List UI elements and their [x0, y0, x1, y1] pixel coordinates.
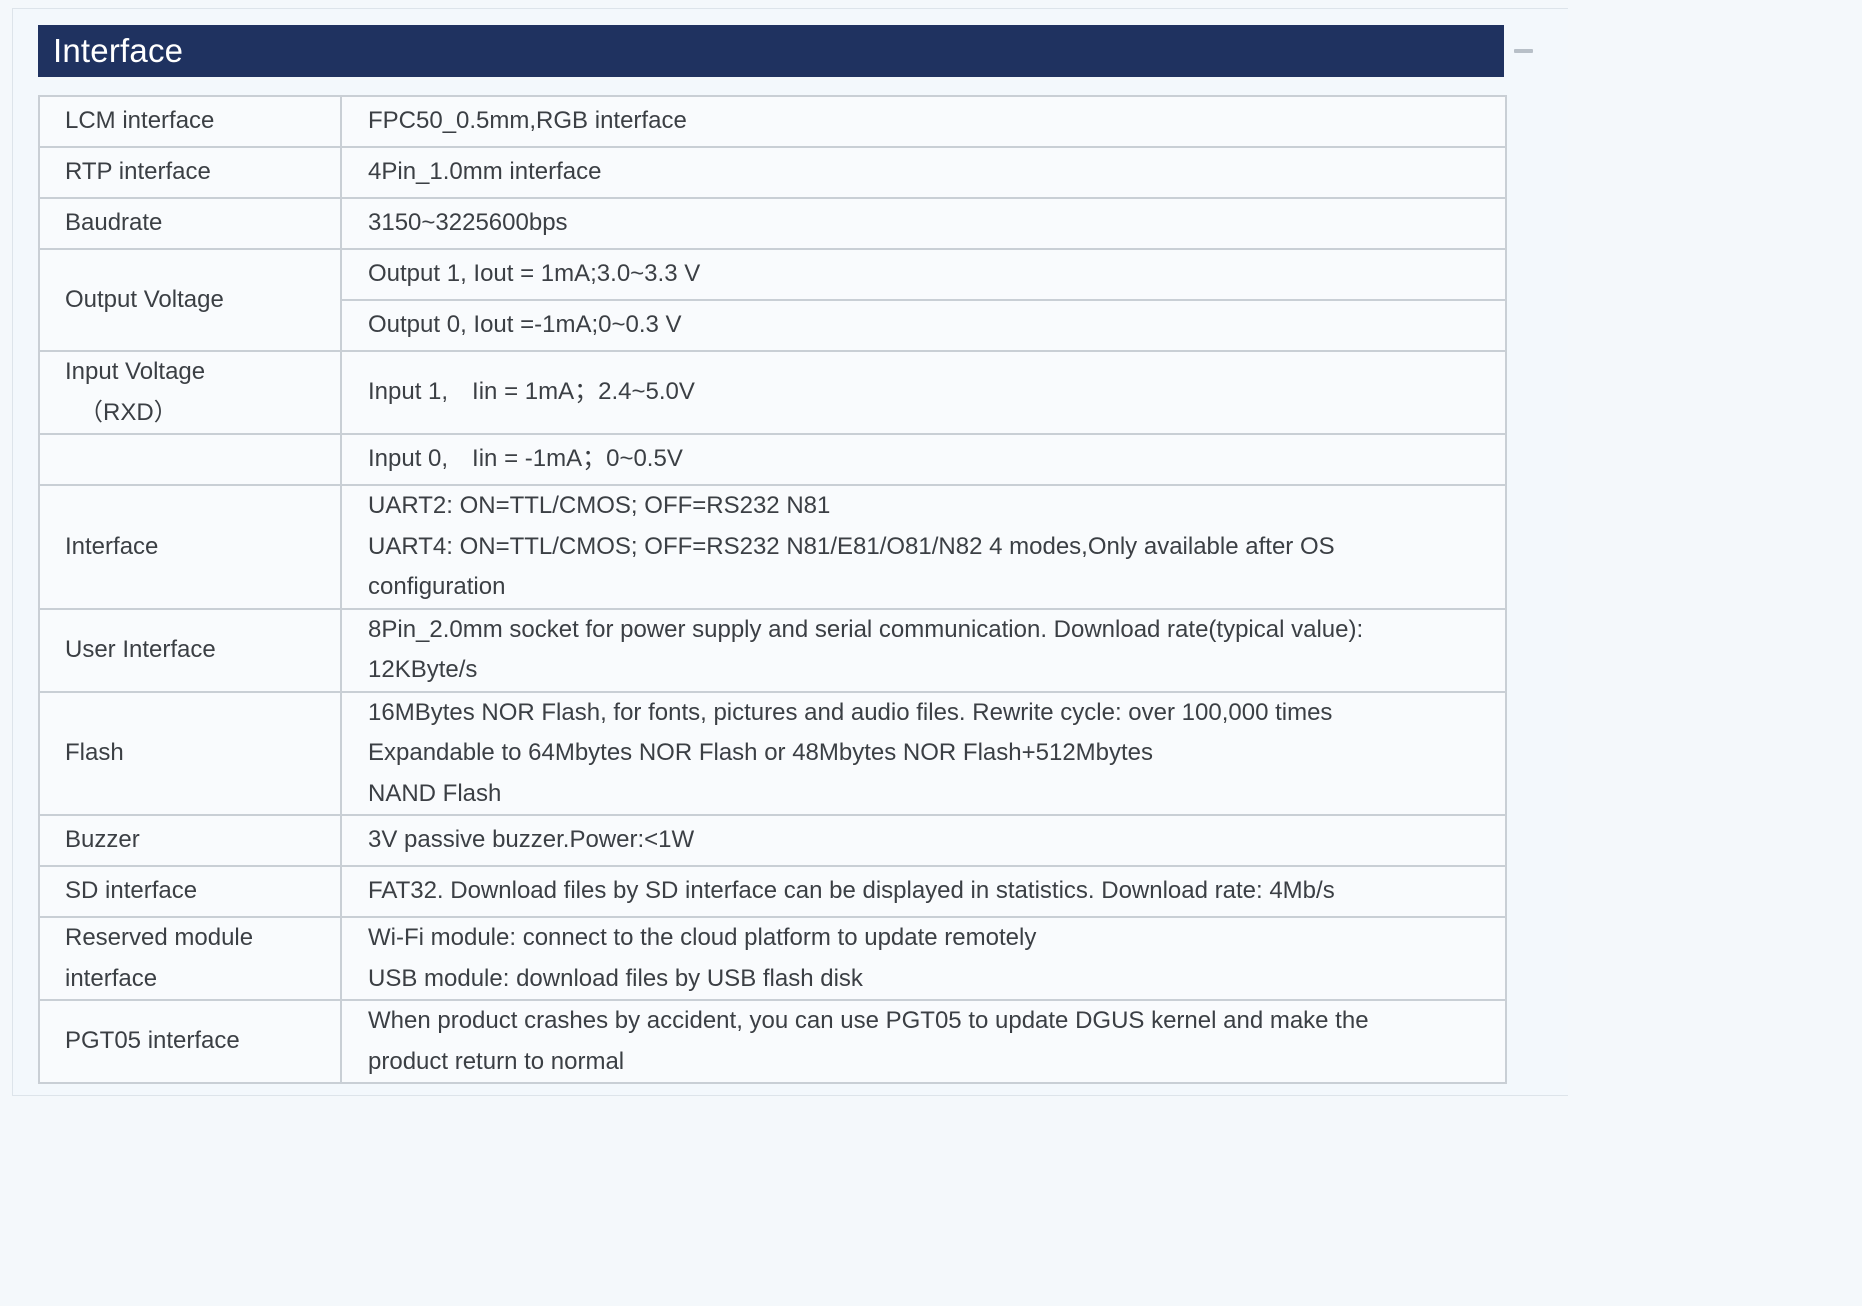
table-row: Interface UART2: ON=TTL/CMOS; OFF=RS232 … [38, 484, 1507, 610]
spec-key: Interface [38, 484, 342, 610]
spec-key-line: interface [65, 964, 158, 992]
spec-value: 3V passive buzzer.Power:<1W [340, 814, 1507, 867]
table-row: User Interface 8Pin_2.0mm socket for pow… [38, 607, 1507, 693]
spec-value-line: 12KByte/s [368, 656, 478, 683]
spec-value: FPC50_0.5mm,RGB interface [340, 95, 1507, 148]
spec-value: 16MBytes NOR Flash, for fonts, pictures … [340, 690, 1507, 816]
spec-value: Output 1, Iout = 1mA;3.0~3.3 V [340, 248, 1507, 301]
spec-value-line: configuration [368, 573, 506, 600]
spec-key: PGT05 interface [38, 999, 342, 1084]
minus-icon [1514, 49, 1533, 53]
spec-key: Output Voltage [38, 248, 342, 352]
table-row: SD interface FAT32. Download files by SD… [38, 865, 1507, 918]
spec-key: Flash [38, 690, 342, 816]
spec-value-line: NAND Flash [368, 779, 502, 807]
spec-key: Buzzer [38, 814, 342, 867]
spec-value-line: 16MBytes NOR Flash, for fonts, pictures … [368, 698, 1333, 726]
spec-table: LCM interface FPC50_0.5mm,RGB interface … [38, 95, 1507, 1084]
spec-value: Input 0, Iin = -1mA；0~0.5V [340, 433, 1507, 486]
spec-value: 8Pin_2.0mm socket for power supply and s… [340, 607, 1507, 693]
spec-key-line: Input Voltage [65, 358, 206, 385]
spec-value-line: UART4: ON=TTL/CMOS; OFF=RS232 N81/E81/O8… [368, 532, 1335, 560]
table-row: Output Voltage Output 1, Iout = 1mA;3.0~… [38, 248, 1507, 352]
table-row: Baudrate 3150~3225600bps [38, 197, 1507, 250]
spec-key: SD interface [38, 865, 342, 918]
spec-value: FAT32. Download files by SD interface ca… [340, 865, 1507, 918]
table-row: Input Voltage （RXD） Input 1, Iin = 1mA；2… [38, 350, 1507, 435]
spec-key: User Interface [38, 607, 342, 693]
spec-key-line: Reserved module [65, 924, 254, 951]
spec-value: 4Pin_1.0mm interface [340, 146, 1507, 199]
spec-value-line: product return to normal [368, 1047, 625, 1075]
spec-value: Input 1, Iin = 1mA；2.4~5.0V [340, 350, 1507, 435]
spec-key: Reserved module interface [38, 916, 342, 1001]
spec-key: Input Voltage （RXD） [38, 350, 342, 435]
table-row: RTP interface 4Pin_1.0mm interface [38, 146, 1507, 199]
table-row: Input 0, Iin = -1mA；0~0.5V [38, 433, 1507, 486]
spec-value: Output 0, Iout =-1mA;0~0.3 V [340, 299, 1507, 352]
spec-value-line: 8Pin_2.0mm socket for power supply and s… [368, 615, 1364, 643]
spec-key: Baudrate [38, 197, 342, 250]
spec-key-sub: （RXD） [79, 398, 178, 426]
spec-key: LCM interface [38, 95, 342, 148]
spec-value-line: When product crashes by accident, you ca… [368, 1007, 1369, 1034]
spec-value: Wi-Fi module: connect to the cloud platf… [340, 916, 1507, 1001]
table-row: LCM interface FPC50_0.5mm,RGB interface [38, 95, 1507, 148]
table-row: Flash 16MBytes NOR Flash, for fonts, pic… [38, 690, 1507, 816]
spec-value: 3150~3225600bps [340, 197, 1507, 250]
spec-value-line: USB module: download files by USB flash … [368, 964, 863, 992]
spec-value: UART2: ON=TTL/CMOS; OFF=RS232 N81 UART4:… [340, 484, 1507, 610]
table-row: Reserved module interface Wi-Fi module: … [38, 916, 1507, 1001]
section-title: Interface [53, 32, 184, 69]
spec-value-line: Expandable to 64Mbytes NOR Flash or 48Mb… [368, 739, 1154, 766]
section-header: Interface [38, 25, 1504, 77]
spec-key: RTP interface [38, 146, 342, 199]
spec-value-line: Wi-Fi module: connect to the cloud platf… [368, 924, 1037, 951]
table-row: Buzzer 3V passive buzzer.Power:<1W [38, 814, 1507, 867]
collapse-button[interactable] [1514, 44, 1533, 58]
spec-value: When product crashes by accident, you ca… [340, 999, 1507, 1084]
spec-value-line: UART2: ON=TTL/CMOS; OFF=RS232 N81 [368, 492, 831, 519]
table-row: PGT05 interface When product crashes by … [38, 999, 1507, 1084]
spec-key [38, 433, 342, 486]
